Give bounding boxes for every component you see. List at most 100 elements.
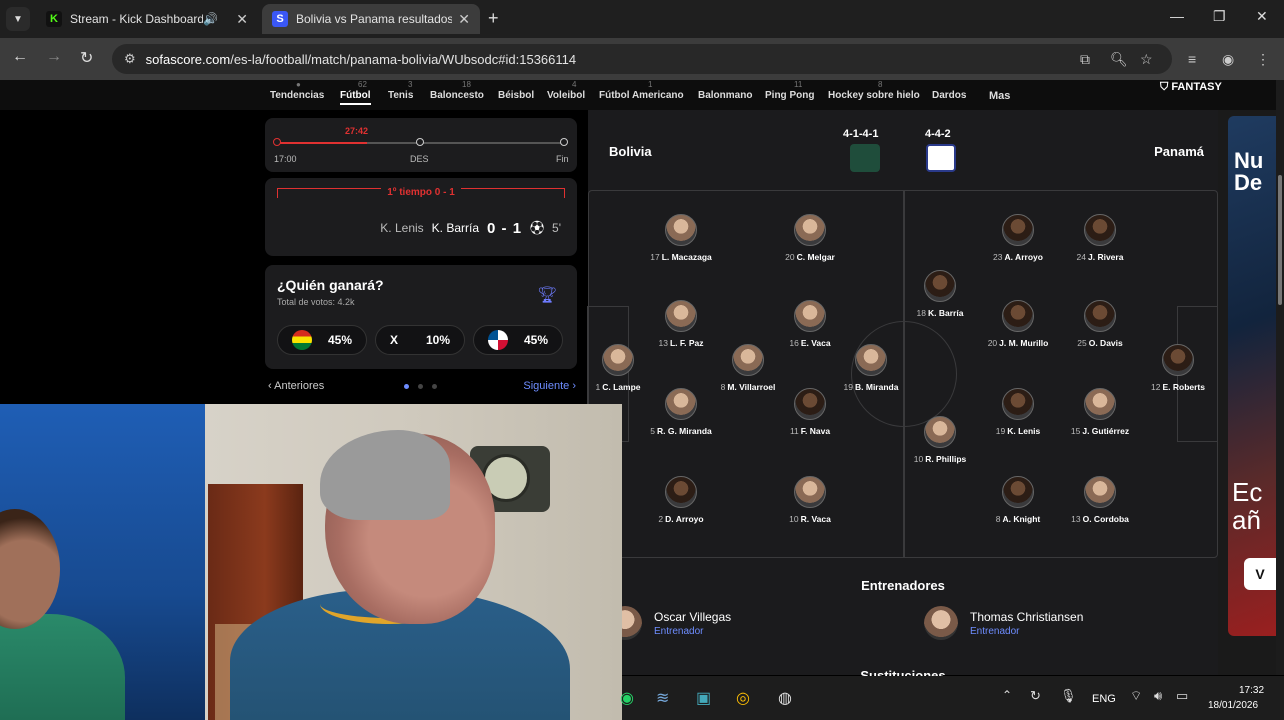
player-home[interactable]: 11 F. Nava: [755, 388, 865, 436]
wifi-icon[interactable]: ⌔: [1130, 688, 1142, 704]
tray-chevron-icon[interactable]: ⌃: [1002, 688, 1012, 702]
url-text[interactable]: sofascore.com/es-la/football/match/panam…: [146, 52, 576, 67]
sport-more[interactable]: Mas: [989, 90, 1010, 102]
speaker-icon[interactable]: 🔊: [203, 12, 218, 26]
pager-dot[interactable]: [432, 384, 437, 389]
photos-icon[interactable]: ▣: [696, 688, 711, 708]
tab-search-button[interactable]: ▼: [6, 7, 30, 31]
away-coach[interactable]: Thomas Christiansen Entrenador: [924, 606, 1083, 640]
close-tab-icon[interactable]: ✕: [236, 11, 248, 28]
install-app-icon[interactable]: ⧉: [1080, 51, 1090, 68]
player-home[interactable]: 2 D. Arroyo: [626, 476, 736, 524]
battery-icon[interactable]: ▭: [1176, 688, 1188, 704]
language-indicator[interactable]: ENG: [1092, 693, 1116, 705]
player-home[interactable]: 10 R. Vaca: [755, 476, 865, 524]
timeline-break-dot: [416, 138, 424, 146]
sport-ping-pong[interactable]: Ping Pong: [765, 90, 814, 101]
player-label: 20 C. Melgar: [755, 252, 865, 262]
sport-tenis[interactable]: Tenis: [388, 90, 413, 101]
player-away[interactable]: 12 E. Roberts: [1123, 344, 1233, 392]
clock-time[interactable]: 17:32: [1239, 685, 1264, 696]
player-name: J. M. Murillo: [999, 338, 1049, 348]
prev-button[interactable]: ‹ Anteriores: [268, 380, 324, 392]
sport-tendencias[interactable]: Tendencias: [270, 90, 324, 101]
app-icon[interactable]: ≋: [656, 688, 669, 708]
away-team-name[interactable]: Panamá: [1154, 144, 1204, 159]
close-window-icon[interactable]: ✕: [1256, 8, 1268, 25]
bookmark-star-icon[interactable]: ☆: [1140, 51, 1153, 68]
player-name: C. Melgar: [796, 252, 835, 262]
home-team-name[interactable]: Bolivia: [609, 144, 652, 159]
player-number: 12: [1151, 382, 1161, 392]
sport-balonmano[interactable]: Balonmano: [698, 90, 752, 101]
scrollbar-thumb[interactable]: [1278, 175, 1282, 305]
player-home[interactable]: 17 L. Macazaga: [626, 214, 736, 262]
player-home[interactable]: 13 L. F. Paz: [626, 300, 736, 348]
obs-icon[interactable]: ◍: [778, 688, 792, 708]
close-tab-icon[interactable]: ✕: [458, 11, 470, 28]
new-tab-button[interactable]: +: [488, 8, 499, 29]
vote-total: Total de votos: 4.2k: [277, 297, 355, 307]
ad-button[interactable]: V: [1244, 558, 1276, 590]
sport-voleibol[interactable]: Voleibol: [547, 90, 585, 101]
player-label: 2 D. Arroyo: [626, 514, 736, 524]
sport-count: 1: [648, 80, 653, 89]
vote-home-button[interactable]: 45%: [277, 325, 367, 355]
menu-icon[interactable]: ⋮: [1256, 51, 1270, 68]
profile-icon[interactable]: ◉: [1222, 51, 1234, 68]
player-label: 5 R. G. Miranda: [626, 426, 736, 436]
player-name: K. Barría: [928, 308, 964, 318]
volume-icon[interactable]: 🔊︎: [1154, 688, 1162, 704]
assist-name: K. Lenis: [380, 221, 424, 235]
trophy-icon[interactable]: 🏆︎: [537, 285, 557, 305]
microphone-icon[interactable]: 🎙︎: [1060, 688, 1077, 704]
ad-banner[interactable]: Nu De Ec añ V: [1218, 110, 1276, 675]
player-home[interactable]: 19 B. Miranda: [816, 344, 926, 392]
sport-dardos[interactable]: Dardos: [932, 90, 966, 101]
goal-event[interactable]: K. Lenis K. Barría 0 - 1 ⚽︎ 5': [380, 218, 561, 238]
maximize-icon[interactable]: ❐: [1213, 8, 1226, 25]
forward-icon[interactable]: →: [46, 48, 62, 66]
reload-icon[interactable]: ↻: [80, 48, 93, 68]
fantasy-link[interactable]: ⛉ FANTASY: [1160, 81, 1222, 94]
whatsapp-icon[interactable]: ◉: [620, 688, 634, 708]
sport-baloncesto[interactable]: Baloncesto: [430, 90, 484, 101]
minimize-icon[interactable]: —: [1170, 8, 1184, 24]
zoom-icon[interactable]: 🔍︎: [1110, 51, 1128, 68]
clock-date[interactable]: 18/01/2026: [1208, 700, 1258, 711]
player-home[interactable]: 20 C. Melgar: [755, 214, 865, 262]
sport-futbol-americano[interactable]: Fútbol Americano: [599, 90, 684, 101]
chrome-icon[interactable]: ◎: [736, 688, 750, 708]
player-away[interactable]: 15 J. Gutiérrez: [1045, 388, 1155, 436]
player-home[interactable]: 8 M. Villarroel: [693, 344, 803, 392]
sync-icon[interactable]: ↻: [1030, 688, 1041, 704]
sport-beisbol[interactable]: Béisbol: [498, 90, 534, 101]
home-coach[interactable]: Oscar Villegas Entrenador: [608, 606, 731, 640]
kick-icon: K: [46, 11, 62, 27]
player-home[interactable]: 1 C. Lampe: [563, 344, 673, 392]
tab-sofascore[interactable]: S Bolivia vs Panama resultados en ✕: [262, 4, 480, 34]
player-avatar: [855, 344, 887, 376]
media-icon[interactable]: ≡: [1188, 51, 1196, 67]
player-away[interactable]: 13 O. Cordoba: [1045, 476, 1155, 524]
home-jersey-icon: [850, 144, 880, 172]
site-info-icon[interactable]: ⚙: [124, 51, 136, 67]
vote-away-button[interactable]: 45%: [473, 325, 563, 355]
pager-dot[interactable]: [418, 384, 423, 389]
back-icon[interactable]: ←: [12, 48, 28, 66]
goals-card: 1º tiempo 0 - 1 K. Lenis K. Barría 0 - 1…: [265, 178, 577, 256]
player-label: 10 R. Vaca: [755, 514, 865, 524]
coach-name: Thomas Christiansen: [970, 609, 1084, 624]
address-bar[interactable]: ⚙ sofascore.com/es-la/football/match/pan…: [112, 44, 1172, 74]
tab-kick-dashboard[interactable]: K Stream - Kick Dashboard 🔊 ✕: [36, 4, 258, 34]
player-away[interactable]: 25 O. Davis: [1045, 300, 1155, 348]
player-home[interactable]: 16 E. Vaca: [755, 300, 865, 348]
player-away[interactable]: 24 J. Rivera: [1045, 214, 1155, 262]
player-label: 12 E. Roberts: [1123, 382, 1233, 392]
page-scrollbar[interactable]: [1276, 80, 1284, 675]
pager-dot-active[interactable]: [404, 384, 409, 389]
sport-hockey[interactable]: Hockey sobre hielo: [828, 90, 920, 101]
player-home[interactable]: 5 R. G. Miranda: [626, 388, 736, 436]
sport-futbol[interactable]: Fútbol: [340, 90, 371, 105]
vote-draw-button[interactable]: X 10%: [375, 325, 465, 355]
